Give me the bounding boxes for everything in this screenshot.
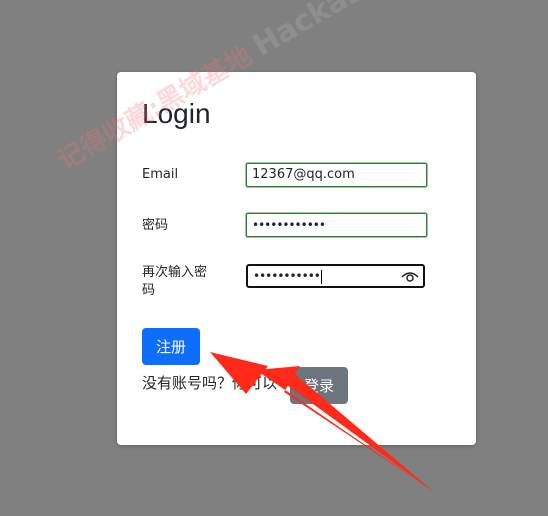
login-card: Login Email 12367@qq.com 密码 ••••••••••••… xyxy=(117,72,476,445)
email-field[interactable]: 12367@qq.com xyxy=(246,163,427,187)
eye-icon[interactable] xyxy=(401,269,419,283)
password-label: 密码 xyxy=(142,218,169,233)
text-caret xyxy=(320,269,322,284)
login-button[interactable]: 登录 xyxy=(290,367,348,404)
email-label: Email xyxy=(142,167,179,182)
watermark-domain: Hackase.com xyxy=(247,0,457,64)
password-field[interactable]: •••••••••••• xyxy=(246,213,427,237)
page-title: Login xyxy=(142,98,211,129)
confirm-password-value: ••••••••••• xyxy=(253,269,321,283)
email-value: 12367@qq.com xyxy=(252,167,355,182)
confirm-password-field[interactable]: ••••••••••• xyxy=(246,264,425,288)
register-button[interactable]: 注册 xyxy=(142,328,200,365)
confirm-password-label: 再次输入密码 xyxy=(142,265,208,298)
no-account-text: 没有账号吗？你可以 xyxy=(142,374,278,392)
password-value: •••••••••••• xyxy=(252,218,326,232)
